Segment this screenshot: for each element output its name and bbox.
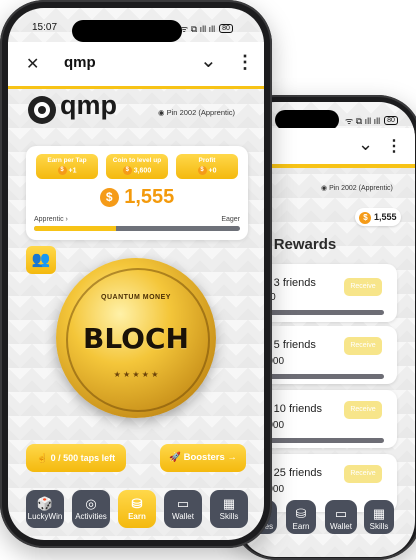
signal-icons: ᯤ ⧉ ıll ıll — [345, 116, 381, 126]
grid-icon: ▦ — [222, 496, 236, 511]
nav-label: Earn — [292, 522, 310, 531]
nav-wallet[interactable]: ▭ Wallet — [164, 490, 202, 528]
coin-main-text: BLOCH — [83, 322, 189, 355]
nav-skills[interactable]: ▦ Skills — [364, 500, 394, 534]
status-bar: ᯤ ⧉ ıll ıll 80 — [345, 114, 398, 127]
reward-progress — [259, 310, 384, 315]
taps-left-button[interactable]: ☝ 0 / 500 taps left — [26, 444, 126, 472]
coin-icon: $ — [197, 166, 207, 175]
dynamic-island — [275, 110, 339, 130]
signal-icons: ᯤ ⧉ ıll ıll — [180, 24, 216, 34]
battery-icon: 80 — [219, 24, 233, 33]
earn-icon: ⛁ — [295, 506, 307, 521]
nav-earn[interactable]: ⛁ Earn — [286, 500, 316, 534]
nav-luckywin[interactable]: 🎲 LuckyWin — [26, 490, 64, 528]
menu-icon[interactable]: ⋮ — [386, 136, 402, 156]
chevron-down-icon[interactable]: ⌄ — [358, 134, 373, 155]
app-title: qmp — [64, 54, 96, 71]
profit: Profit $ +0 — [176, 154, 238, 179]
nav-label: Skills — [369, 522, 389, 531]
reward-progress — [259, 374, 384, 379]
rocket-icon: 🚀 — [169, 452, 181, 463]
user-label: ◉ Pin 2002 (Apprentic) — [321, 185, 393, 192]
nav-wallet[interactable]: ▭ Wallet — [325, 500, 357, 534]
nav-label: Activities — [75, 512, 107, 521]
front-phone: 15:07 ᯤ ⧉ ıll ıll 80 ✕ qmp ⌄ ⋮ qmp ◉ Pin… — [0, 0, 272, 548]
receive-button[interactable]: Receive — [344, 465, 382, 483]
balance-pill: $ 1,555 — [355, 208, 401, 226]
target-icon: ◎ — [85, 496, 97, 511]
chevron-down-icon[interactable]: ⌄ — [200, 48, 217, 73]
battery-icon: 80 — [384, 116, 398, 125]
receive-button[interactable]: Receive — [344, 401, 382, 419]
status-icons: ᯤ ⧉ ıll ıll 80 — [180, 22, 233, 35]
dice-icon: 🎲 — [36, 496, 54, 511]
nav-label: LuckyWin — [27, 512, 63, 521]
receive-button[interactable]: Receive — [344, 278, 382, 296]
level-progress-bar — [34, 226, 240, 231]
logo-text: qmp — [60, 90, 117, 120]
nav-label: Skills — [219, 512, 239, 521]
users-icon: 👥 — [31, 251, 51, 268]
coin-icon: $ — [57, 166, 67, 175]
friends-button[interactable]: 👥 — [26, 246, 56, 274]
balance-value: 1,555 — [124, 186, 175, 208]
menu-icon[interactable]: ⋮ — [236, 52, 254, 73]
app-header: ✕ qmp ⌄ ⋮ — [8, 42, 264, 86]
skills-icon: ▦ — [372, 506, 386, 521]
logo-icon — [28, 96, 56, 124]
coin-icon: $ — [99, 188, 119, 208]
nav-label: Wallet — [330, 522, 352, 531]
accent-line — [8, 86, 264, 89]
coin-to-level-up: Coin to level up $ 3,600 — [106, 154, 168, 179]
level-progress-fill — [34, 226, 117, 231]
nav-label: Wallet — [172, 512, 194, 521]
coin-top-text: QUANTUM MONEY — [101, 294, 171, 301]
coins-icon: ⛁ — [131, 496, 143, 511]
status-bar: 15:07 — [32, 22, 57, 33]
clock: 15:07 — [32, 22, 58, 33]
balance: $ 1,555 — [26, 186, 248, 209]
wallet-icon: ▭ — [176, 496, 190, 511]
dynamic-island — [72, 20, 182, 42]
level-next: Eager — [221, 216, 240, 223]
stats-card: Earn per Tap $ +1 Coin to level up $ 3,6… — [26, 146, 248, 240]
user-label[interactable]: ◉ Pin 2002 (Apprentic) — [158, 108, 235, 117]
coin-stars: ★ ★ ★ ★ ★ — [113, 370, 159, 379]
receive-button[interactable]: Receive — [344, 337, 382, 355]
level-current[interactable]: Apprentic › — [34, 216, 68, 223]
wallet-icon: ▭ — [334, 506, 348, 521]
coin-icon: $ — [359, 211, 372, 224]
reward-progress — [259, 438, 384, 443]
nav-activities[interactable]: ◎ Activities — [72, 490, 110, 528]
boosters-button[interactable]: 🚀 Boosters → — [160, 444, 246, 472]
front-screen: 15:07 ᯤ ⧉ ıll ıll 80 ✕ qmp ⌄ ⋮ qmp ◉ Pin… — [8, 8, 264, 540]
coin-icon: $ — [122, 166, 132, 175]
tap-icon: ☝ — [36, 453, 49, 463]
tap-coin[interactable]: QUANTUM MONEY BLOCH ★ ★ ★ ★ ★ — [56, 258, 216, 418]
nav-earn[interactable]: ⛁ Earn — [118, 490, 156, 528]
earn-per-tap: Earn per Tap $ +1 — [36, 154, 98, 179]
nav-label: Earn — [128, 512, 146, 521]
nav-skills[interactable]: ▦ Skills — [210, 490, 248, 528]
balance-value: 1,555 — [373, 212, 397, 222]
close-icon[interactable]: ✕ — [26, 54, 39, 74]
